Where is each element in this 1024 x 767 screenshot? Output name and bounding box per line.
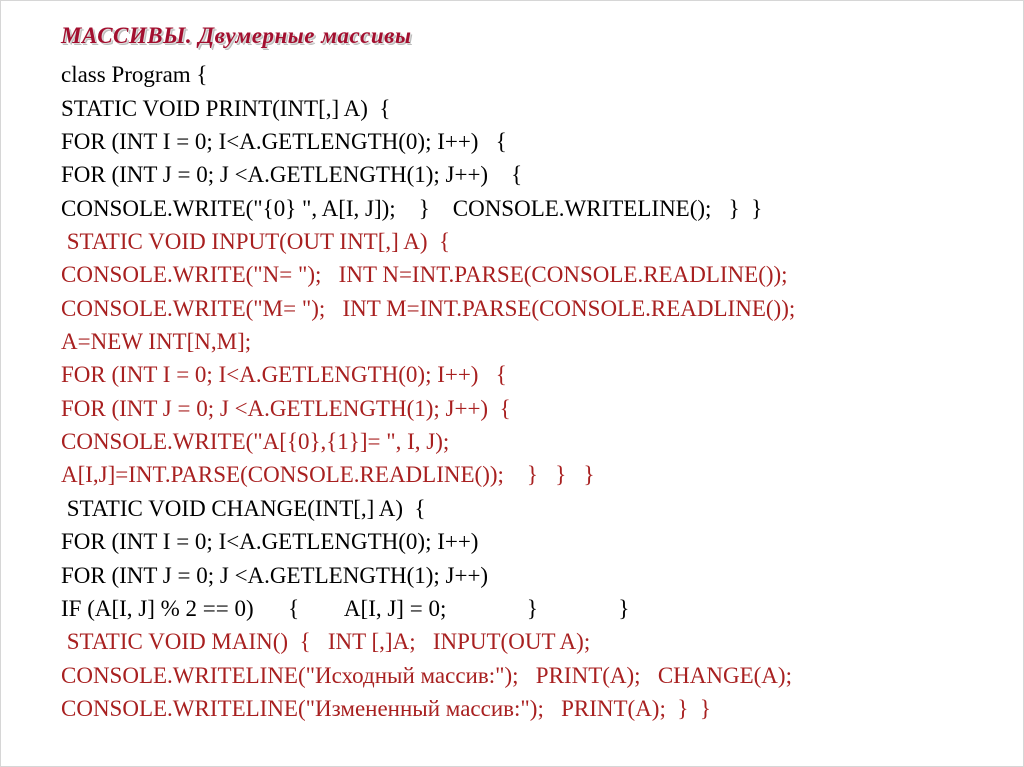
code-line: STATIC VOID CHANGE(INT[,] A) { — [61, 492, 995, 525]
code-line: FOR (INT I = 0; I<A.GETLENGTH(0); I++) { — [61, 358, 995, 391]
slide-content: МАССИВЫ. Двумерные массивы class Program… — [1, 1, 1023, 735]
code-line: A[I,J]=INT.PARSE(CONSOLE.READLINE()); } … — [61, 458, 995, 491]
code-line: CONSOLE.WRITE("N= "); INT N=INT.PARSE(CO… — [61, 258, 995, 291]
code-line: FOR (INT I = 0; I<A.GETLENGTH(0); I++) — [61, 525, 995, 558]
code-line: CONSOLE.WRITE("M= "); INT M=INT.PARSE(CO… — [61, 292, 995, 325]
code-line: IF (A[I, J] % 2 == 0) { A[I, J] = 0; } } — [61, 592, 995, 625]
code-line: A=NEW INT[N,M]; — [61, 325, 995, 358]
code-line: CONSOLE.WRITELINE("Исходный массив:"); P… — [61, 659, 995, 692]
code-line: CONSOLE.WRITE("{0} ", A[I, J]); } CONSOL… — [61, 192, 995, 225]
code-line: class Program { — [61, 58, 995, 91]
code-line: CONSOLE.WRITE("A[{0},{1}]= ", I, J); — [61, 425, 995, 458]
code-line: FOR (INT J = 0; J <A.GETLENGTH(1); J++) — [61, 559, 995, 592]
slide-title: МАССИВЫ. Двумерные массивы — [61, 19, 995, 52]
code-line: STATIC VOID PRINT(INT[,] A) { — [61, 92, 995, 125]
code-line: FOR (INT J = 0; J <A.GETLENGTH(1); J++) … — [61, 158, 995, 191]
code-line: FOR (INT J = 0; J <A.GETLENGTH(1); J++) … — [61, 392, 995, 425]
code-line: CONSOLE.WRITELINE("Измененный массив:");… — [61, 692, 995, 725]
code-line: FOR (INT I = 0; I<A.GETLENGTH(0); I++) { — [61, 125, 995, 158]
code-line: STATIC VOID INPUT(OUT INT[,] A) { — [61, 225, 995, 258]
code-block: class Program {STATIC VOID PRINT(INT[,] … — [61, 58, 995, 725]
code-line: STATIC VOID MAIN() { INT [,]A; INPUT(OUT… — [61, 625, 995, 658]
